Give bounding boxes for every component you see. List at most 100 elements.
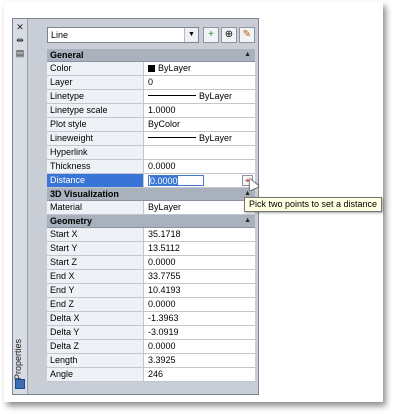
properties-menu-icon[interactable]: ▤ [15,48,25,58]
property-name: Lineweight [47,132,144,145]
chevron-down-icon[interactable]: ▼ [184,28,198,42]
color-swatch [148,65,155,72]
property-name: Angle [47,368,144,381]
property-value[interactable]: ByLayer [145,132,255,145]
property-row-delta-z[interactable]: Delta Z 0.0000 [47,340,255,354]
property-value-text: ByLayer [148,202,182,212]
property-row-distance[interactable]: Distance 0.0000 ⌖ [47,174,255,188]
property-row-thickness[interactable]: Thickness 0.0000 [47,160,255,174]
property-value-text: 1.0000 [148,105,176,115]
property-value-text: -1.3963 [148,313,179,323]
property-row-start-y[interactable]: Start Y 13.5112 [47,242,255,256]
toggle-pickadd-icon[interactable]: + [203,27,219,43]
property-row-color[interactable]: Color ByLayer [47,62,255,76]
collapse-chevron-icon[interactable]: ▲ [244,215,251,227]
property-value[interactable]: 0.0000 [145,298,255,311]
property-value-text: ByLayer [158,63,192,73]
property-value[interactable]: 35.1718 [145,228,255,241]
property-value[interactable]: ByColor [145,118,255,131]
collapse-chevron-icon[interactable]: ▲ [244,49,251,61]
select-objects-icon[interactable]: ⊕ [221,27,237,43]
distance-tooltip: Pick two points to set a distance [244,197,383,212]
property-name: Plot style [47,118,144,131]
property-row-linetype-scale[interactable]: Linetype scale 1.0000 [47,104,255,118]
property-name: Linetype scale [47,104,144,117]
property-row-start-x[interactable]: Start X 35.1718 [47,228,255,242]
property-value[interactable]: 13.5112 [145,242,255,255]
section-label: Geometry [50,216,93,226]
property-value[interactable]: -1.3963 [145,312,255,325]
property-value[interactable]: 33.7755 [145,270,255,283]
property-row-end-x[interactable]: End X 33.7755 [47,270,255,284]
property-row-material[interactable]: Material ByLayer [47,201,255,215]
property-value-text: 0.0000 [148,161,176,171]
property-name: Layer [47,76,144,89]
property-value[interactable]: ByLayer [145,62,255,75]
property-value[interactable]: ByLayer [145,90,255,103]
palette-title-strip[interactable]: ✕ ⇹ ▤ Properties [13,19,28,394]
quick-select-icon[interactable]: ✎ [239,27,255,43]
section-header-general[interactable]: General ▲ [47,49,255,62]
property-value-text: 10.4193 [148,285,181,295]
property-value[interactable]: 0.0000 [145,256,255,269]
property-value[interactable]: 0.0000 ⌖ [145,174,255,187]
property-row-linetype[interactable]: Linetype ByLayer [47,90,255,104]
property-name: Hyperlink [47,146,144,159]
property-row-hyperlink[interactable]: Hyperlink [47,146,255,160]
auto-hide-icon[interactable]: ⇹ [15,35,25,45]
linetype-preview [148,137,196,138]
property-value[interactable]: ByLayer [145,201,255,214]
property-name: Linetype [47,90,144,103]
property-grid: General ▲ Color ByLayer Layer 0 Linetype ByLaye… [47,49,255,382]
distance-input[interactable]: 0.0000 [148,175,204,186]
property-name: Delta Z [47,340,144,353]
property-row-start-z[interactable]: Start Z 0.0000 [47,256,255,270]
property-value-text: 0.0000 [148,299,176,309]
property-row-lineweight[interactable]: Lineweight ByLayer [47,132,255,146]
property-name: End Z [47,298,144,311]
property-name: Color [47,62,144,75]
property-name: Thickness [47,160,144,173]
section-label: 3D Visualization [50,189,119,199]
property-value[interactable]: 0.0000 [145,340,255,353]
property-row-end-z[interactable]: End Z 0.0000 [47,298,255,312]
property-name: End Y [47,284,144,297]
property-value[interactable]: 0 [145,76,255,89]
property-value[interactable]: 246 [145,368,255,381]
property-value[interactable]: 0.0000 [145,160,255,173]
property-row-layer[interactable]: Layer 0 [47,76,255,90]
distance-value: 0.0000 [150,176,178,186]
property-value-text: 3.3925 [148,355,176,365]
section-header-visualization[interactable]: 3D Visualization ▲ [47,188,255,201]
property-value-text: -3.0919 [148,327,179,337]
property-name: Delta Y [47,326,144,339]
property-value-text: 13.5112 [148,243,180,253]
screenshot-canvas: ✕ ⇹ ▤ Properties Line ▼ + ⊕ ✎ General ▲ Co… [0,0,395,414]
property-row-delta-x[interactable]: Delta X -1.3963 [47,312,255,326]
property-row-end-y[interactable]: End Y 10.4193 [47,284,255,298]
property-row-length[interactable]: Length 3.3925 [47,354,255,368]
property-value-text: 35.1718 [148,229,181,239]
property-value-text: 0.0000 [148,257,176,267]
property-name: End X [47,270,144,283]
section-header-geometry[interactable]: Geometry ▲ [47,215,255,228]
object-type-select[interactable]: Line ▼ [47,27,199,43]
property-value[interactable]: 10.4193 [145,284,255,297]
property-value-text: ByColor [148,119,181,129]
property-value[interactable]: -3.0919 [145,326,255,339]
property-row-angle[interactable]: Angle 246 [47,368,255,382]
property-value-text: ByLayer [199,91,233,101]
property-name: Material [47,201,144,214]
property-row-delta-y[interactable]: Delta Y -3.0919 [47,326,255,340]
property-value[interactable]: 3.3925 [145,354,255,367]
property-row-plot-style[interactable]: Plot style ByColor [47,118,255,132]
property-name: Start Y [47,242,144,255]
property-value-text: 246 [148,369,164,379]
close-x-icon[interactable]: ✕ [15,22,25,32]
property-value[interactable] [145,146,255,159]
property-value[interactable]: 1.0000 [145,104,255,117]
palette-toolbar: Line ▼ + ⊕ ✎ [47,27,257,47]
palette-app-icon [15,379,25,389]
property-value-text: 0.0000 [148,341,176,351]
property-name: Delta X [47,312,144,325]
